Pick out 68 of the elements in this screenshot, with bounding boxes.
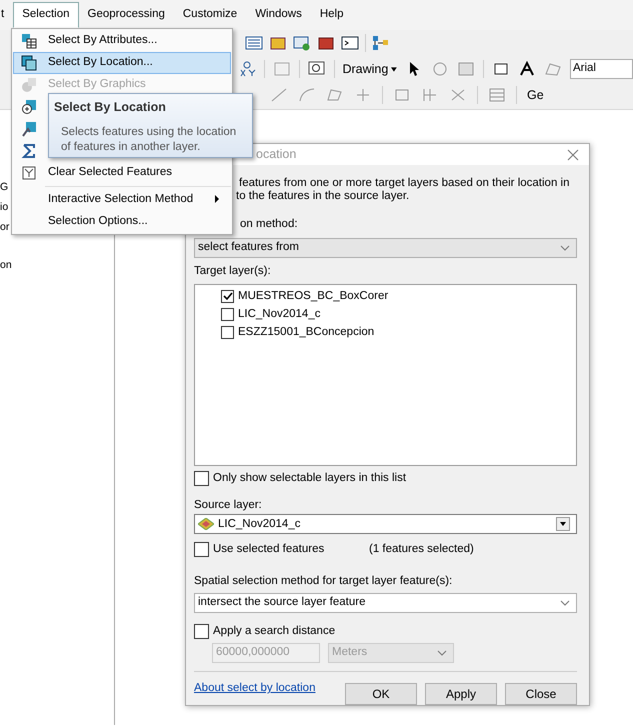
font-field[interactable]: Arial: [570, 59, 633, 79]
attribute-table-icon: [21, 33, 37, 49]
submenu-arrow-icon: [214, 195, 220, 204]
graphics-icon: [21, 77, 37, 93]
toolbar-label: Ge: [527, 86, 544, 104]
magnifier-icon[interactable]: [308, 61, 326, 77]
select-layer-icon: [21, 55, 37, 71]
menu-item[interactable]: Geoprocessing: [78, 2, 174, 28]
panel-text: io: [0, 200, 10, 215]
checkbox[interactable]: [221, 290, 234, 303]
field-label: Spatial selection method for target layer feature(s):: [194, 574, 452, 588]
checkbox[interactable]: [194, 624, 209, 639]
tooltip-title: Select By Location: [54, 99, 167, 116]
menu-item[interactable]: Interactive Selection Method: [13, 189, 231, 211]
menu-item[interactable]: Selection Options...: [13, 211, 231, 233]
source-dropdown[interactable]: LIC_Nov2014_c: [194, 514, 577, 534]
window-title: ocation: [256, 146, 296, 164]
panel-text: G: [0, 180, 10, 195]
polygon-layer-icon: [198, 518, 214, 530]
checkbox[interactable]: [221, 326, 234, 340]
checkbox-label: Only show selectable layers in this list: [213, 470, 406, 486]
dropdown-arrow-icon[interactable]: [391, 66, 398, 72]
checkbox-label: ESZZ15001_BConcepcion: [238, 325, 374, 340]
checkbox-label: MUESTREOS_BC_BoxCorer: [238, 288, 388, 304]
tooltip-text: Selects features using the location of features in another layer.: [61, 124, 238, 155]
checkbox[interactable]: [221, 308, 234, 322]
close-icon[interactable]: [567, 148, 579, 161]
method-dropdown[interactable]: select features from: [194, 238, 577, 258]
dialog-button[interactable]: OK: [345, 683, 417, 705]
selection-count: (1 features selected): [369, 542, 474, 558]
model-icon[interactable]: [372, 35, 390, 51]
menu-item[interactable]: Clear Selected Features: [13, 162, 231, 184]
spatial-method-dropdown[interactable]: intersect the source layer feature: [194, 592, 577, 613]
checkbox-label: Use selected features: [213, 542, 324, 558]
panel-text: or: [0, 220, 10, 235]
sum-icon: [21, 143, 37, 159]
menu-item[interactable]: Select By Location...: [13, 52, 231, 74]
clear-icon: [21, 165, 37, 181]
field-label: Source layer:: [194, 498, 262, 513]
panel-text: on: [0, 258, 10, 273]
checkbox-label: LIC_Nov2014_c: [238, 307, 320, 322]
menu-item[interactable]: Customize: [174, 2, 246, 28]
dialog-button[interactable]: Close: [505, 683, 577, 705]
help-link[interactable]: About select by location: [194, 680, 316, 698]
description-text: to the features in the source layer.: [236, 190, 410, 204]
dialog-button[interactable]: Apply: [425, 683, 497, 705]
menu-item[interactable]: Help: [310, 2, 353, 28]
text-icon[interactable]: [518, 61, 536, 77]
menu-item[interactable]: t: [0, 2, 14, 28]
console-icon[interactable]: [341, 35, 359, 51]
checkbox[interactable]: [194, 542, 209, 558]
menu-item[interactable]: Select By Attributes...: [13, 30, 231, 52]
checkbox-label: Apply a search distance: [213, 624, 336, 639]
description-text: features from one or more target layers based on their location in: [239, 177, 570, 190]
menu-item[interactable]: Selection: [13, 2, 79, 28]
chevron-icon: [560, 244, 570, 250]
pan-icon: [21, 121, 37, 137]
chevron-icon: [560, 600, 570, 606]
rectangle-icon[interactable]: [492, 61, 510, 77]
xy-icon[interactable]: [238, 61, 256, 77]
field-label: on method:: [240, 217, 298, 232]
menu-item[interactable]: Windows: [246, 2, 311, 28]
checkbox[interactable]: [194, 470, 209, 486]
table-icon[interactable]: [245, 35, 263, 51]
chevron-icon: [437, 650, 447, 656]
drawing-menu[interactable]: Drawing: [342, 60, 388, 78]
zoom-icon: [21, 99, 37, 115]
field-label: Target layer(s):: [194, 264, 271, 278]
